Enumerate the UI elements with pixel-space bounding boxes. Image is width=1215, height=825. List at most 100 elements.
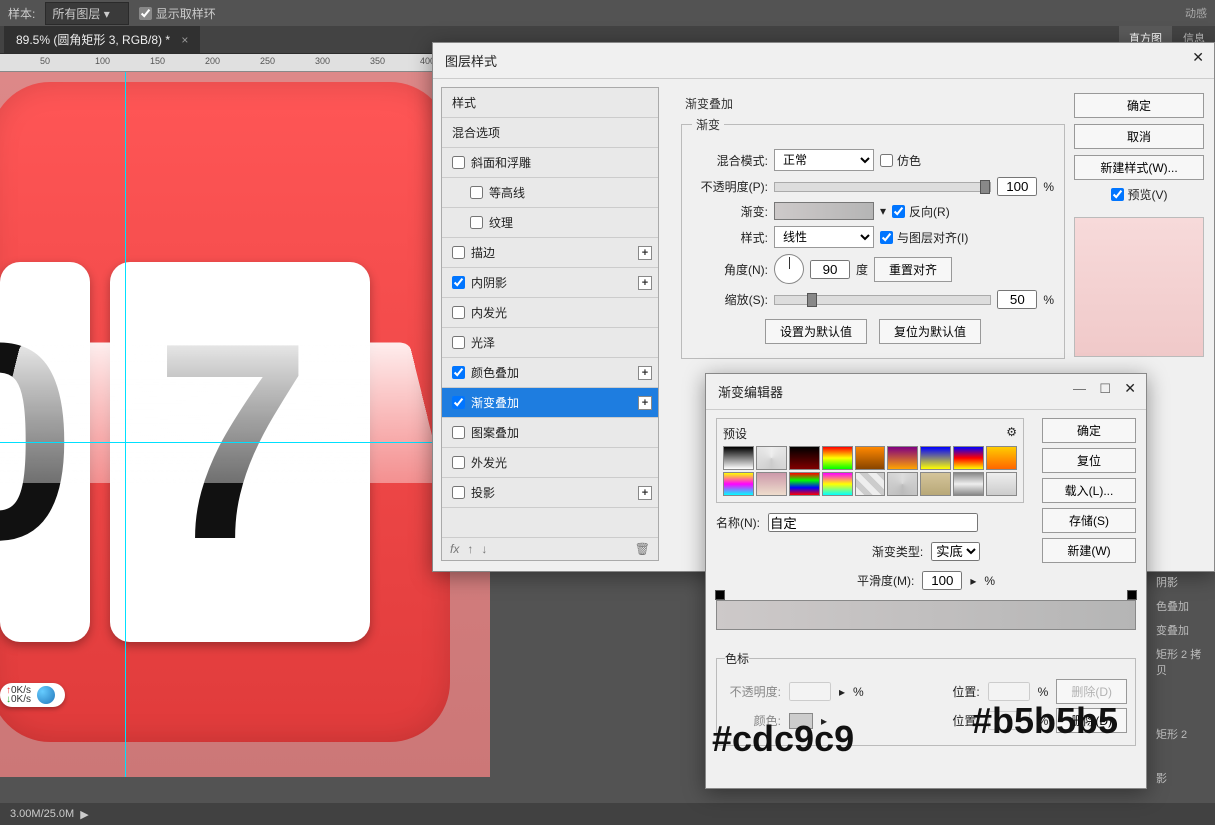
dialog-title-bar[interactable]: 图层样式 ✕ bbox=[433, 43, 1214, 79]
arrow-up-icon[interactable]: ↑ bbox=[467, 542, 473, 556]
blend-options-row[interactable]: 混合选项 bbox=[442, 118, 658, 148]
opacity-slider[interactable] bbox=[774, 182, 991, 192]
opacity-input[interactable] bbox=[997, 177, 1037, 196]
style-checkbox[interactable] bbox=[452, 366, 465, 379]
preset-swatch-10[interactable] bbox=[756, 472, 787, 496]
style-checkbox[interactable] bbox=[452, 456, 465, 469]
preset-swatch-12[interactable] bbox=[822, 472, 853, 496]
ge-reset-button[interactable]: 复位 bbox=[1042, 448, 1136, 473]
blend-mode-select[interactable]: 正常 bbox=[774, 149, 874, 171]
style-row-8[interactable]: 渐变叠加+ bbox=[442, 388, 658, 418]
style-label: 内发光 bbox=[471, 304, 507, 321]
gradient-bar[interactable] bbox=[716, 600, 1136, 630]
gradient-style-select[interactable]: 线性 bbox=[774, 226, 874, 248]
gradient-name-input[interactable] bbox=[768, 513, 978, 532]
guide-vertical[interactable] bbox=[125, 72, 126, 777]
plus-icon[interactable]: + bbox=[638, 486, 652, 500]
styles-header[interactable]: 样式 bbox=[442, 88, 658, 118]
show-sample-ring-checkbox[interactable]: 显示取样环 bbox=[139, 5, 216, 22]
style-checkbox[interactable] bbox=[470, 186, 483, 199]
style-checkbox[interactable] bbox=[452, 306, 465, 319]
sample-dropdown[interactable]: 所有图层 ▾ bbox=[45, 2, 128, 25]
preset-swatch-17[interactable] bbox=[986, 472, 1017, 496]
document-tab[interactable]: 89.5% (圆角矩形 3, RGB/8) * × bbox=[4, 26, 200, 53]
style-row-1[interactable]: 等高线 bbox=[442, 178, 658, 208]
preset-swatch-4[interactable] bbox=[855, 446, 886, 470]
stop-opacity-input[interactable] bbox=[789, 682, 831, 701]
scale-input[interactable] bbox=[997, 290, 1037, 309]
reset-align-button[interactable]: 重置对齐 bbox=[874, 257, 952, 282]
reverse-checkbox[interactable]: 反向(R) bbox=[892, 203, 950, 220]
reset-default-button[interactable]: 复位为默认值 bbox=[879, 319, 981, 344]
style-checkbox[interactable] bbox=[452, 276, 465, 289]
style-row-7[interactable]: 颜色叠加+ bbox=[442, 358, 658, 388]
opacity-stop-left[interactable] bbox=[715, 590, 725, 600]
style-row-4[interactable]: 内阴影+ bbox=[442, 268, 658, 298]
arrow-down-icon[interactable]: ↓ bbox=[481, 542, 487, 556]
minimize-icon[interactable]: — bbox=[1073, 381, 1086, 396]
ge-save-button[interactable]: 存储(S) bbox=[1042, 508, 1136, 533]
ge-ok-button[interactable]: 确定 bbox=[1042, 418, 1136, 443]
align-layer-checkbox[interactable]: 与图层对齐(I) bbox=[880, 229, 968, 246]
style-row-0[interactable]: 斜面和浮雕 bbox=[442, 148, 658, 178]
style-row-11[interactable]: 投影+ bbox=[442, 478, 658, 508]
gradient-editor-titlebar[interactable]: 渐变编辑器 — ☐ ✕ bbox=[706, 374, 1146, 410]
angle-dial[interactable] bbox=[774, 254, 804, 284]
fx-icon[interactable]: fx bbox=[450, 542, 459, 556]
style-checkbox[interactable] bbox=[452, 156, 465, 169]
style-checkbox[interactable] bbox=[452, 396, 465, 409]
close-icon[interactable]: ✕ bbox=[1124, 380, 1136, 397]
preset-swatch-8[interactable] bbox=[986, 446, 1017, 470]
plus-icon[interactable]: + bbox=[638, 396, 652, 410]
preset-swatch-3[interactable] bbox=[822, 446, 853, 470]
style-row-5[interactable]: 内发光 bbox=[442, 298, 658, 328]
preset-swatch-1[interactable] bbox=[756, 446, 787, 470]
plus-icon[interactable]: + bbox=[638, 366, 652, 380]
guide-horizontal[interactable] bbox=[0, 442, 490, 443]
style-checkbox[interactable] bbox=[452, 246, 465, 259]
style-row-10[interactable]: 外发光 bbox=[442, 448, 658, 478]
style-checkbox[interactable] bbox=[452, 426, 465, 439]
ok-button[interactable]: 确定 bbox=[1074, 93, 1204, 118]
style-checkbox[interactable] bbox=[452, 486, 465, 499]
preset-swatch-13[interactable] bbox=[855, 472, 886, 496]
preset-swatch-7[interactable] bbox=[953, 446, 984, 470]
preset-swatch-15[interactable] bbox=[920, 472, 951, 496]
new-style-button[interactable]: 新建样式(W)... bbox=[1074, 155, 1204, 180]
preset-swatch-2[interactable] bbox=[789, 446, 820, 470]
preset-swatch-14[interactable] bbox=[887, 472, 918, 496]
style-row-2[interactable]: 纹理 bbox=[442, 208, 658, 238]
stop-position-input[interactable] bbox=[988, 682, 1030, 701]
style-row-3[interactable]: 描边+ bbox=[442, 238, 658, 268]
style-row-6[interactable]: 光泽 bbox=[442, 328, 658, 358]
maximize-icon[interactable]: ☐ bbox=[1099, 381, 1111, 397]
preset-swatch-5[interactable] bbox=[887, 446, 918, 470]
style-row-9[interactable]: 图案叠加 bbox=[442, 418, 658, 448]
trash-icon[interactable]: 🗑 bbox=[635, 542, 650, 556]
gear-icon[interactable]: ⚙ bbox=[1006, 425, 1017, 442]
angle-input[interactable] bbox=[810, 260, 850, 279]
close-tab-icon[interactable]: × bbox=[181, 33, 188, 47]
preset-swatch-0[interactable] bbox=[723, 446, 754, 470]
gradient-preview[interactable] bbox=[774, 202, 874, 220]
show-sample-ring-input[interactable] bbox=[139, 7, 152, 20]
scale-slider[interactable] bbox=[774, 295, 991, 305]
preview-checkbox[interactable]: 预览(V) bbox=[1074, 186, 1204, 203]
style-checkbox[interactable] bbox=[452, 336, 465, 349]
ge-load-button[interactable]: 载入(L)... bbox=[1042, 478, 1136, 503]
dither-checkbox[interactable]: 仿色 bbox=[880, 152, 921, 169]
preset-swatch-9[interactable] bbox=[723, 472, 754, 496]
preset-swatch-16[interactable] bbox=[953, 472, 984, 496]
smoothness-input[interactable] bbox=[922, 571, 962, 590]
make-default-button[interactable]: 设置为默认值 bbox=[765, 319, 867, 344]
style-checkbox[interactable] bbox=[470, 216, 483, 229]
close-icon[interactable]: ✕ bbox=[1192, 49, 1204, 66]
cancel-button[interactable]: 取消 bbox=[1074, 124, 1204, 149]
preset-swatch-6[interactable] bbox=[920, 446, 951, 470]
gradient-type-select[interactable]: 实底 bbox=[931, 542, 980, 561]
ge-new-button[interactable]: 新建(W) bbox=[1042, 538, 1136, 563]
plus-icon[interactable]: + bbox=[638, 246, 652, 260]
opacity-stop-right[interactable] bbox=[1127, 590, 1137, 600]
preset-swatch-11[interactable] bbox=[789, 472, 820, 496]
plus-icon[interactable]: + bbox=[638, 276, 652, 290]
